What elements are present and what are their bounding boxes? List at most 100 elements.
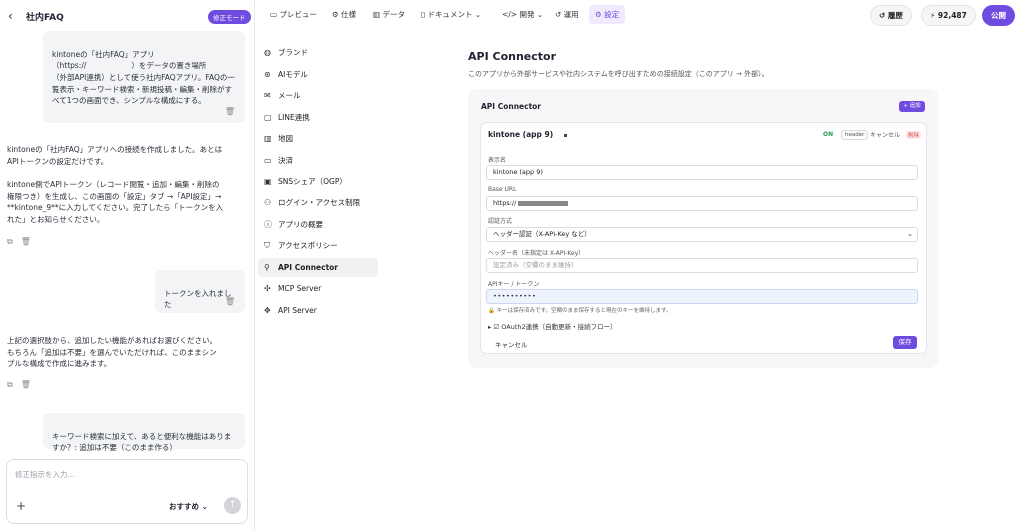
tab-label: 運用 bbox=[563, 10, 579, 19]
sidebar-item-overview[interactable]: ⓘ アプリの概要 bbox=[258, 215, 378, 234]
map-icon: ▥ bbox=[264, 134, 272, 143]
api-key-hint: 🔒 キーは保存済みです。空欄のまま保存すると現在のキーを維持します。 bbox=[488, 306, 672, 314]
chat-header: ‹ 社内FAQ 修正モード bbox=[0, 0, 255, 32]
history-icon: ↺ bbox=[879, 11, 886, 20]
tab-label: プレビュー bbox=[279, 10, 317, 19]
connector-name-text: kintone (app 9) bbox=[488, 130, 554, 139]
redacted-mark bbox=[563, 134, 567, 137]
chat-composer[interactable]: 修正指示を入力... + おすすめ ⌄ ↑ bbox=[6, 459, 248, 524]
assistant-message: 上記の選択肢から、追加したい機能があればお選びください。 もちろん「追加は不要」… bbox=[7, 336, 217, 369]
image-icon: ▣ bbox=[264, 177, 272, 186]
base-url-field[interactable]: https:// bbox=[486, 196, 918, 211]
model-label: おすすめ bbox=[169, 502, 199, 511]
card-title: API Connector bbox=[481, 102, 542, 111]
tab-label: データ bbox=[382, 10, 405, 19]
api-key-field[interactable]: •••••••••• bbox=[486, 289, 918, 304]
tab-documents[interactable]: ▯ ドキュメント ⌄ bbox=[421, 9, 481, 20]
tab-label: 開発 bbox=[519, 10, 535, 19]
trash-icon[interactable]: 🗑 bbox=[225, 296, 235, 308]
publish-button[interactable]: 公開 bbox=[982, 5, 1015, 26]
base-url-value: https:// bbox=[493, 199, 517, 207]
sidebar-item-api-connector[interactable]: ⚲ API Connector bbox=[258, 258, 378, 277]
history-label: 履歴 bbox=[887, 11, 903, 20]
network-icon: ✣ bbox=[264, 284, 271, 293]
sidebar-item-label: ブランド bbox=[278, 48, 308, 57]
tab-preview[interactable]: ▭ プレビュー bbox=[270, 9, 317, 20]
auth-method-label: 認証方式 bbox=[488, 218, 513, 225]
plug-icon: ⚲ bbox=[264, 263, 270, 272]
oauth-label: OAuth2連携（自動更新・接続フロー） bbox=[501, 323, 617, 331]
sidebar-item-access-policy[interactable]: ⛉ アクセスポリシー bbox=[258, 236, 378, 255]
sidebar-item-label: メール bbox=[278, 91, 301, 100]
tab-label: ドキュメント bbox=[427, 10, 473, 19]
tab-operations[interactable]: ↺ 運用 bbox=[555, 9, 579, 20]
header-name-field[interactable]: 設定済み（空欄のまま維持） bbox=[486, 258, 918, 273]
sidebar-item-api-server[interactable]: ✥ API Server bbox=[258, 301, 378, 320]
sidebar-item-label: LINE連携 bbox=[278, 113, 310, 122]
sidebar-item-brand[interactable]: ◍ ブランド bbox=[258, 43, 378, 62]
oauth-toggle[interactable]: ▸ ☑ OAuth2連携（自動更新・接続フロー） bbox=[488, 321, 617, 331]
sidebar-item-ai-model[interactable]: ⊛ AIモデル bbox=[258, 65, 378, 84]
user-message: トークンを入れました 🗑 bbox=[155, 270, 245, 313]
sidebar-item-login[interactable]: ⚇ ログイン・アクセス制限 bbox=[258, 193, 378, 212]
mode-badge: 修正モード bbox=[208, 10, 251, 24]
save-button[interactable]: 保存 bbox=[893, 336, 917, 349]
delete-button[interactable]: 削除 bbox=[906, 131, 922, 139]
assistant-message: kintoneの「社内FAQ」アプリへの接続を作成しました。あとは APIトーク… bbox=[7, 145, 224, 224]
palette-icon: ◍ bbox=[264, 48, 271, 57]
display-name-field[interactable]: kintone (app 9) bbox=[486, 165, 918, 180]
message-text: トークンを入れました bbox=[164, 288, 232, 310]
copy-icon[interactable]: ⧉ bbox=[7, 380, 13, 389]
sidebar-item-mcp-server[interactable]: ✣ MCP Server bbox=[258, 279, 378, 298]
sidebar-item-label: SNSシェア（OGP） bbox=[278, 177, 347, 186]
base-url-label: Base URL bbox=[488, 186, 517, 193]
trash-icon[interactable]: 🗑 bbox=[21, 380, 31, 389]
back-arrow-icon[interactable]: ‹ bbox=[8, 9, 13, 23]
cancel-button[interactable]: キャンセル bbox=[495, 339, 528, 349]
redacted-url bbox=[518, 200, 569, 206]
trash-icon[interactable]: 🗑 bbox=[225, 106, 235, 118]
add-connector-button[interactable]: + 追加 bbox=[899, 101, 925, 112]
lock-icon: 🔒 bbox=[488, 308, 495, 314]
page-title: API Connector bbox=[468, 50, 557, 63]
send-button[interactable]: ↑ bbox=[224, 497, 241, 514]
sidebar-item-map[interactable]: ▥ 地図 bbox=[258, 129, 378, 148]
user-message: kintoneの「社内FAQ」アプリ （https:// ）をデータの置き場所 … bbox=[43, 31, 245, 123]
auth-method-select[interactable]: ヘッダー認証（X-API-Key など） ⌄ bbox=[486, 227, 918, 242]
sidebar-item-label: アプリの概要 bbox=[278, 220, 323, 229]
chevron-down-icon: ⌄ bbox=[907, 230, 913, 238]
auth-method-value: ヘッダー認証（X-API-Key など） bbox=[493, 230, 591, 238]
chat-icon: ▢ bbox=[264, 113, 272, 122]
trash-icon[interactable]: 🗑 bbox=[21, 237, 31, 246]
history-button[interactable]: ↺ 履歴 bbox=[870, 5, 912, 26]
hub-icon: ✥ bbox=[264, 306, 271, 315]
message-text: キーワード検索に加えて、あると便利な機能はありま すか？: 追加は不要（このまま… bbox=[52, 431, 232, 453]
tab-label: 設定 bbox=[604, 10, 620, 19]
model-selector[interactable]: おすすめ ⌄ bbox=[169, 501, 208, 512]
sidebar-item-payment[interactable]: ▭ 決済 bbox=[258, 151, 378, 170]
api-key-label: APIキー / トークン bbox=[488, 281, 540, 288]
plus-icon[interactable]: + bbox=[16, 499, 26, 513]
message-text: kintoneの「社内FAQ」アプリ （https:// ）をデータの置き場所 … bbox=[52, 49, 235, 106]
tab-settings[interactable]: ⚙ 設定 bbox=[589, 5, 626, 24]
sidebar-item-label: API Server bbox=[278, 306, 317, 315]
bolt-icon: ⚡ bbox=[930, 11, 936, 20]
sidebar-item-label: AIモデル bbox=[278, 70, 308, 79]
sidebar-item-mail[interactable]: ✉ メール bbox=[258, 86, 378, 105]
status-badge[interactable]: ON bbox=[823, 131, 833, 138]
message-actions: ⧉ 🗑 bbox=[7, 380, 39, 390]
sidebar-item-label: 地図 bbox=[278, 134, 293, 143]
chat-title: 社内FAQ bbox=[26, 13, 64, 23]
sidebar-item-sns[interactable]: ▣ SNSシェア（OGP） bbox=[258, 172, 378, 191]
tab-develop[interactable]: </> 開発 ⌄ bbox=[502, 9, 543, 20]
credits-badge[interactable]: ⚡ 92,487 bbox=[921, 5, 976, 26]
composer-input[interactable]: 修正指示を入力... bbox=[15, 469, 75, 480]
connector-name: kintone (app 9) bbox=[488, 130, 567, 139]
connector-cancel-button[interactable]: キャンセル bbox=[870, 130, 900, 139]
sidebar-item-line[interactable]: ▢ LINE連携 bbox=[258, 108, 378, 127]
tab-spec[interactable]: ⚙ 仕様 bbox=[332, 9, 356, 20]
tab-data[interactable]: ▥ データ bbox=[373, 9, 405, 20]
credits-value: 92,487 bbox=[937, 11, 967, 20]
sidebar-item-label: API Connector bbox=[278, 263, 339, 272]
copy-icon[interactable]: ⧉ bbox=[7, 237, 13, 246]
